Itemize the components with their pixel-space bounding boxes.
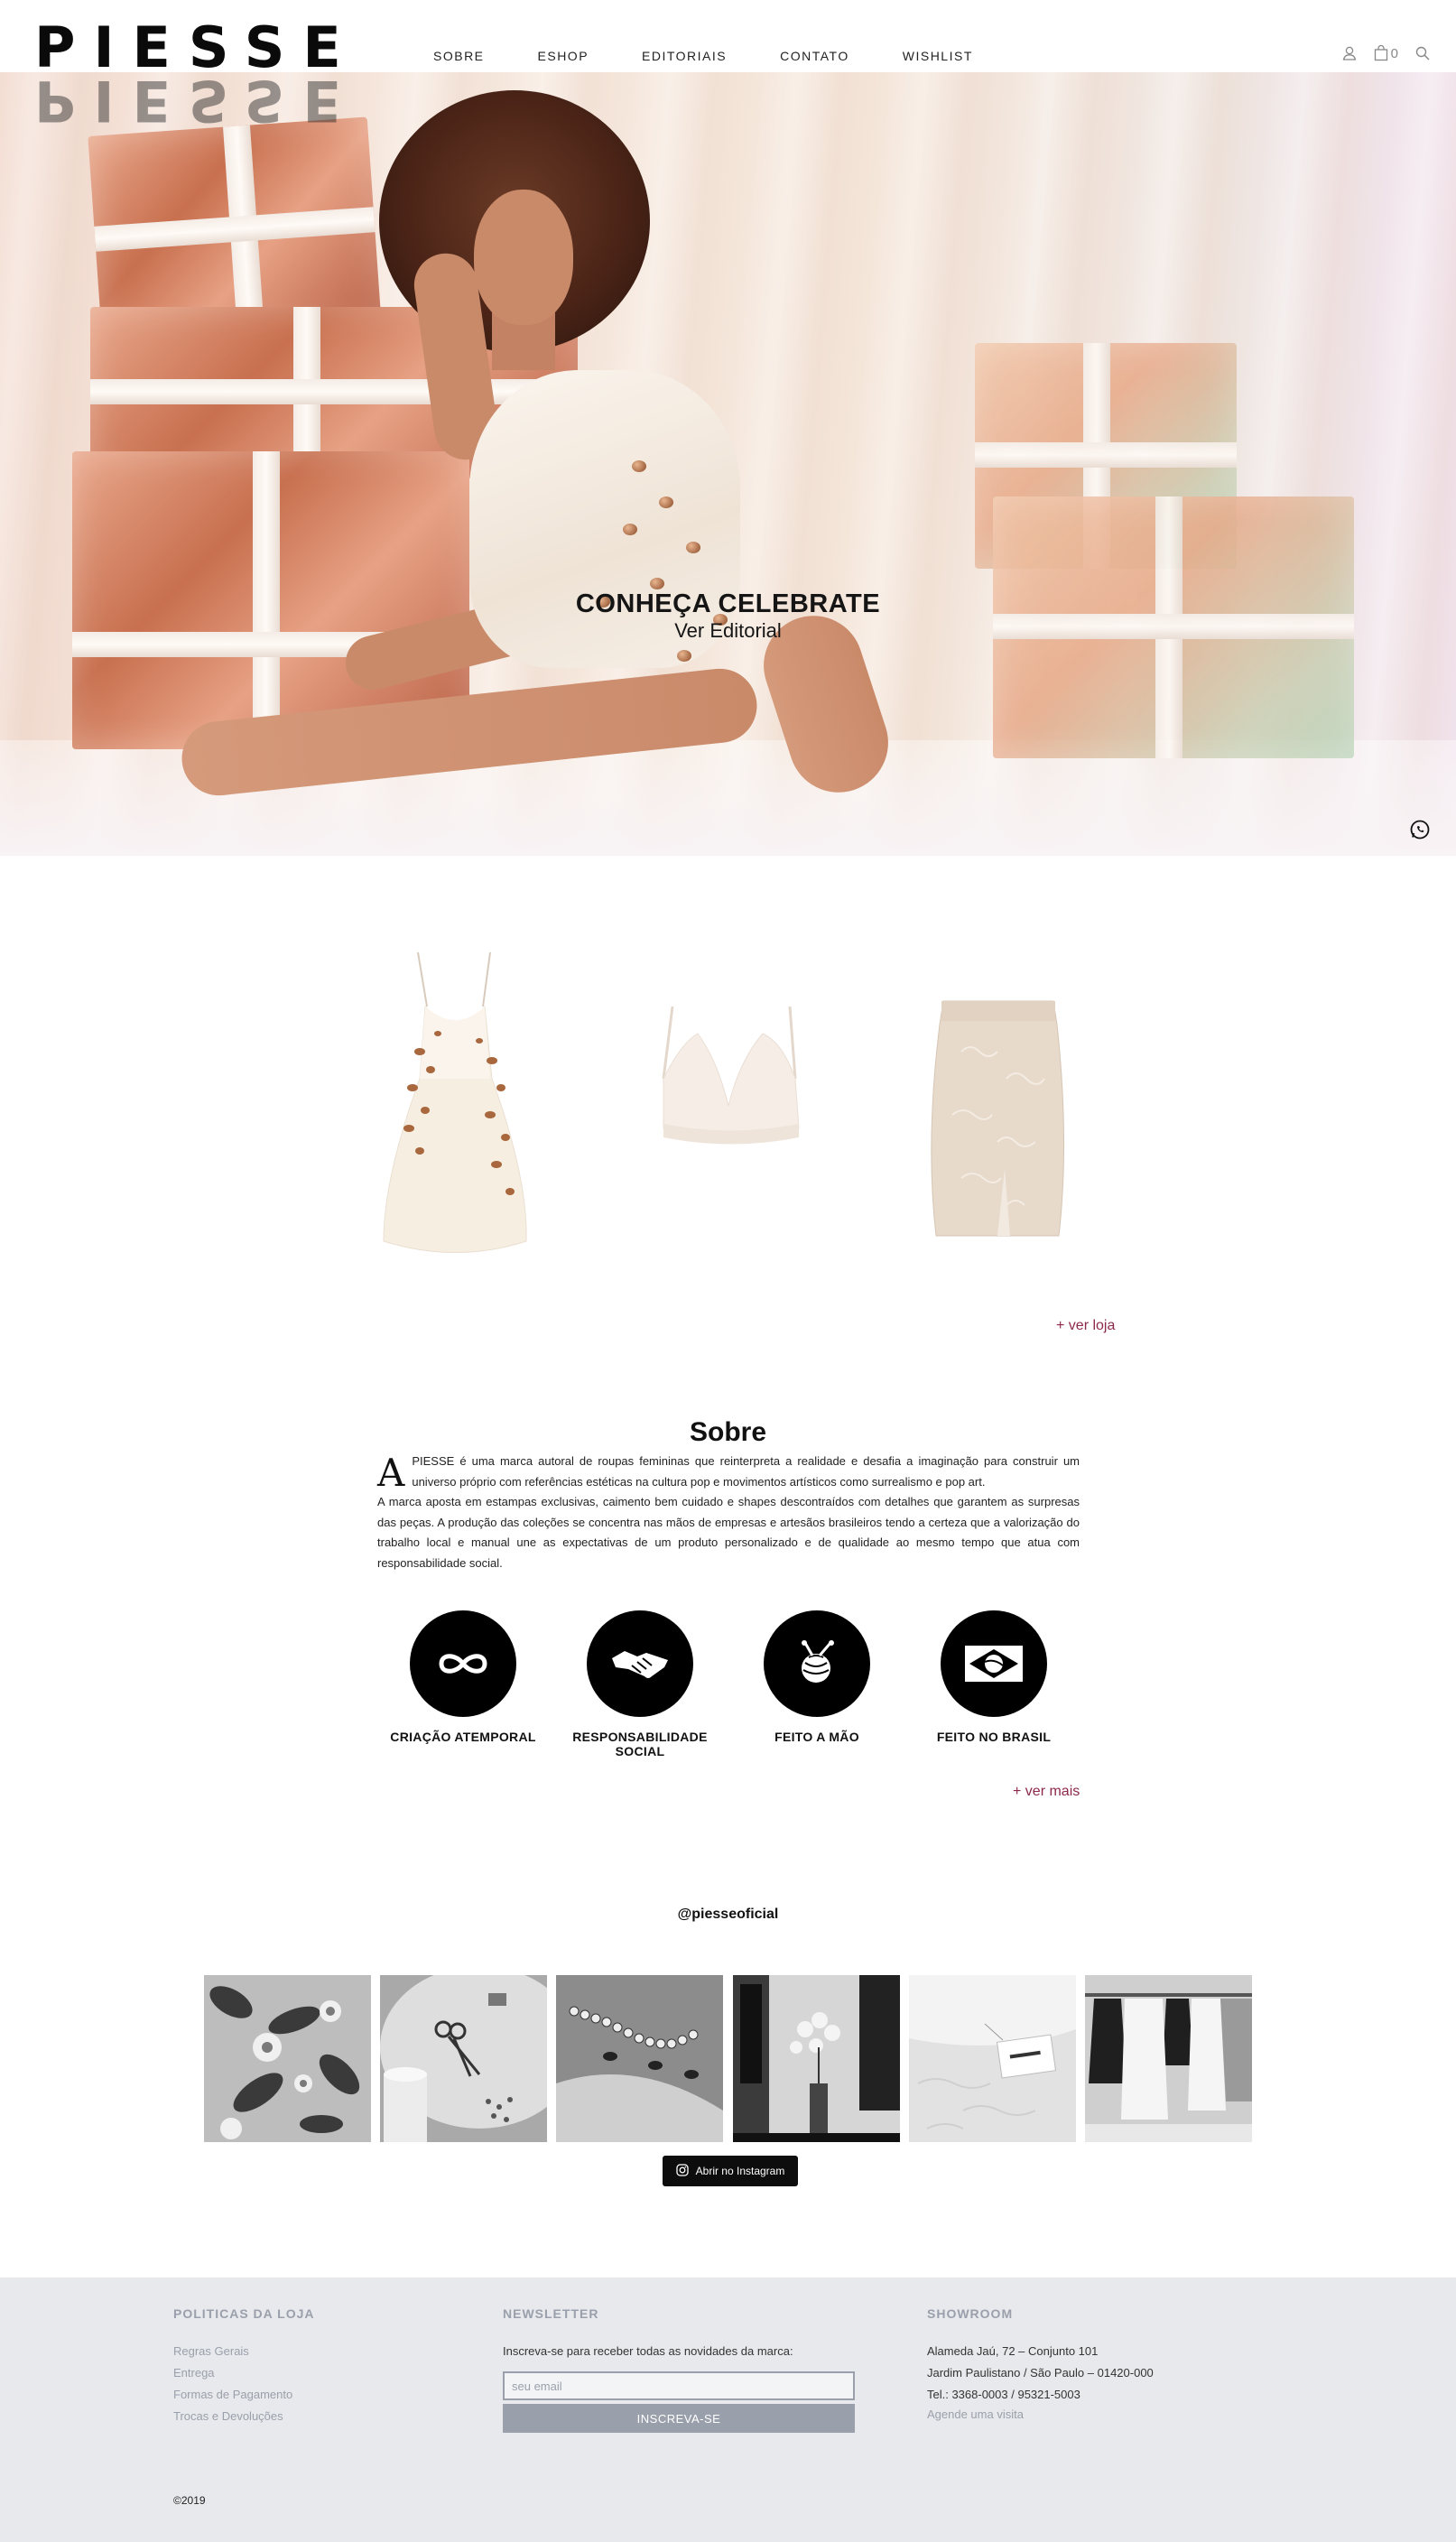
feature-label: FEITO A MÃO	[774, 1730, 859, 1744]
footer-policies: POLITICAS DA LOJA Regras Gerais Entrega …	[173, 2306, 315, 2427]
view-shop-link[interactable]: + ver loja	[1056, 1318, 1115, 1334]
cart-count: 0	[1390, 45, 1398, 61]
hero-banner[interactable]: CONHEÇA CELEBRATE Ver Editorial	[0, 72, 1456, 856]
nav-sobre[interactable]: SOBRE	[433, 49, 485, 63]
product-card-top[interactable]	[627, 943, 826, 1277]
feature-label: FEITO NO BRASIL	[936, 1730, 1052, 1744]
product-showcase	[357, 943, 1115, 1277]
hero-caption: CONHEÇA CELEBRATE Ver Editorial	[0, 589, 1456, 643]
showroom-address-2: Jardim Paulistano / São Paulo – 01420-00…	[927, 2366, 1154, 2380]
logo-reflection: PIESSE	[34, 68, 359, 134]
satin-top-image	[662, 1006, 800, 1145]
about-paragraph-1: PIESSE é uma marca autoral de roupas fem…	[412, 1454, 1080, 1489]
about-dropcap: A	[377, 1451, 405, 1495]
instagram-feed	[204, 1975, 1252, 2142]
footer-newsletter: NEWSLETTER Inscreva-se para receber toda…	[503, 2306, 855, 2433]
feature-timeless: CRIAÇÃO ATEMPORAL	[377, 1598, 549, 1760]
nav-eshop[interactable]: ESHOP	[538, 49, 589, 63]
newsletter-title: NEWSLETTER	[503, 2306, 599, 2321]
cart-button[interactable]: 0	[1374, 45, 1398, 61]
infinity-icon	[410, 1610, 516, 1717]
open-instagram-label: Abrir no Instagram	[695, 2165, 785, 2177]
copyright: ©2019	[173, 2494, 206, 2507]
nav-wishlist[interactable]: WISHLIST	[903, 49, 973, 63]
newsletter-email-input[interactable]	[503, 2371, 855, 2400]
showroom-title: SHOWROOM	[927, 2306, 1014, 2321]
instagram-tile-showroom[interactable]	[732, 1975, 900, 2142]
newsletter-subscribe-button[interactable]: INSCREVA-SE	[503, 2404, 855, 2433]
handshake-icon	[587, 1610, 693, 1717]
feature-label: CRIAÇÃO ATEMPORAL	[390, 1730, 536, 1744]
site-footer: POLITICAS DA LOJA Regras Gerais Entrega …	[0, 2278, 1456, 2542]
about-paragraph-2: A marca aposta em estampas exclusivas, c…	[377, 1495, 1080, 1570]
about-features: CRIAÇÃO ATEMPORAL RESPONSABILIDADE SOCIA…	[377, 1598, 1080, 1760]
instagram-tile-tag[interactable]	[908, 1975, 1076, 2142]
showroom-address-1: Alameda Jaú, 72 – Conjunto 101	[927, 2344, 1099, 2358]
site-logo[interactable]: PIESSE PIESSE	[34, 20, 359, 135]
about-text: A PIESSE é uma marca autoral de roupas fe…	[377, 1452, 1080, 1573]
open-instagram-button[interactable]: Abrir no Instagram	[663, 2156, 798, 2186]
schedule-visit-link[interactable]: Agende uma visita	[927, 2406, 1154, 2424]
hero-editorial-link[interactable]: Ver Editorial	[0, 619, 1456, 643]
policy-link-returns[interactable]: Trocas e Devoluções	[173, 2406, 315, 2427]
product-card-skirt[interactable]	[898, 943, 1097, 1277]
instagram-handle[interactable]: @piesseoficial	[0, 1906, 1456, 1923]
user-icon[interactable]	[1341, 45, 1358, 61]
main-nav: SOBRE ESHOP EDITORIAIS CONTATO WISHLIST	[433, 49, 1026, 63]
showroom-phone: Tel.: 3368-0003 / 95321-5003	[927, 2388, 1080, 2401]
bag-icon	[1374, 45, 1388, 61]
nav-contato[interactable]: CONTATO	[780, 49, 849, 63]
instagram-icon	[675, 2163, 689, 2179]
feature-handmade: FEITO A MÃO	[731, 1598, 903, 1760]
sequin-dress-image	[383, 951, 527, 1253]
instagram-tile-pearls[interactable]	[556, 1975, 724, 2142]
feature-brazil: FEITO NO BRASIL	[908, 1598, 1080, 1760]
lace-skirt-image	[931, 1000, 1065, 1237]
search-icon[interactable]	[1414, 45, 1431, 61]
view-more-link[interactable]: + ver mais	[1013, 1784, 1080, 1800]
footer-showroom: SHOWROOM Alameda Jaú, 72 – Conjunto 101 …	[927, 2306, 1154, 2424]
yarn-icon	[764, 1610, 870, 1717]
whatsapp-icon[interactable]	[1409, 819, 1431, 840]
nav-editoriais[interactable]: EDITORIAIS	[642, 49, 727, 63]
product-card-dress[interactable]	[357, 943, 555, 1277]
policy-link-delivery[interactable]: Entrega	[173, 2362, 315, 2384]
feature-label: RESPONSABILIDADE SOCIAL	[572, 1730, 708, 1758]
policy-link-rules[interactable]: Regras Gerais	[173, 2341, 315, 2362]
policy-link-payment[interactable]: Formas de Pagamento	[173, 2384, 315, 2406]
hero-title[interactable]: CONHEÇA CELEBRATE	[0, 589, 1456, 619]
instagram-tile-floral[interactable]	[204, 1975, 371, 2142]
instagram-tile-rack[interactable]	[1084, 1975, 1252, 2142]
instagram-tile-sewing[interactable]	[380, 1975, 548, 2142]
footer-policies-title: POLITICAS DA LOJA	[173, 2306, 315, 2321]
newsletter-text: Inscreva-se para receber todas as novida…	[503, 2344, 793, 2358]
brazil-flag-icon	[941, 1610, 1047, 1717]
about-title: Sobre	[689, 1417, 767, 1447]
header-tools: 0	[1341, 45, 1431, 61]
feature-social: RESPONSABILIDADE SOCIAL	[554, 1598, 726, 1760]
